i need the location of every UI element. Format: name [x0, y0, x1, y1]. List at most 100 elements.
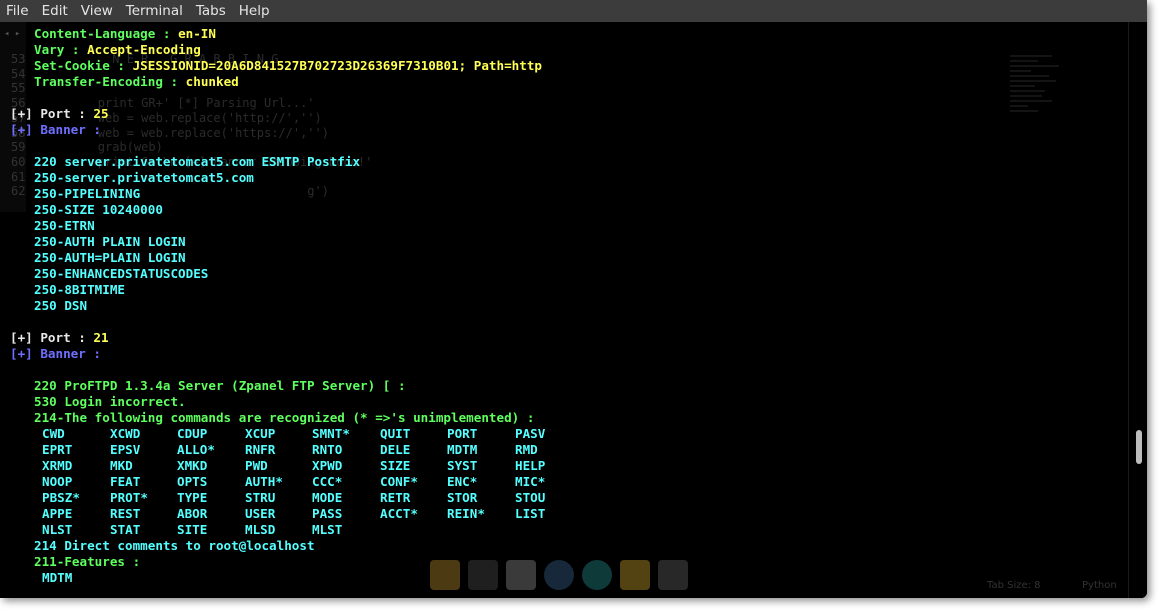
banner-label: [+] Banner : [10, 346, 101, 361]
smtp-response-line: 250-AUTH PLAIN LOGIN [34, 234, 186, 249]
ftp-footer-line: MDTM [42, 570, 73, 585]
ftp-command: MDTM [447, 442, 478, 457]
ftp-command: TYPE [177, 490, 208, 505]
header-key: Set-Cookie : [34, 58, 133, 73]
ftp-command: HELP [515, 458, 546, 473]
ftp-command: XCUP [245, 426, 276, 441]
port-label: [+] Port : [10, 106, 94, 121]
ftp-command: PWD [245, 458, 268, 473]
banner-label: [+] Banner : [10, 122, 101, 137]
port-line: [+] Port : 25 [10, 106, 109, 122]
ftp-command: STOR [447, 490, 478, 505]
header-line: Content-Language : en-IN [34, 26, 216, 42]
header-line: Vary : Accept-Encoding [34, 42, 201, 58]
ftp-command: CWD [42, 426, 65, 441]
help-app-icon [658, 560, 688, 590]
ftp-command: EPSV [110, 442, 141, 457]
smtp-response-line: 250-AUTH=PLAIN LOGIN [34, 250, 186, 265]
smtp-response-line: 250 DSN [34, 298, 88, 313]
ghost-line-number: 55 [11, 81, 26, 96]
ftp-footer-line: 214 Direct comments to root@localhost [34, 538, 315, 553]
ftp-command: APPE [42, 506, 73, 521]
smtp-response-line: 220 server.privatetomcat5.com ESMTP Post… [34, 154, 361, 169]
ftp-command: PASS [312, 506, 343, 521]
ftp-command: SYST [447, 458, 478, 473]
ftp-command: STOU [515, 490, 546, 505]
ftp-command: SITE [177, 522, 208, 537]
port-number: 25 [93, 106, 109, 121]
ftp-command: EPRT [42, 442, 73, 457]
smtp-response-line: 250-ETRN [34, 218, 95, 233]
ftp-command: QUIT [380, 426, 411, 441]
ftp-command: RETR [380, 490, 411, 505]
menu-file[interactable]: File [6, 3, 29, 19]
header-value: en-IN [178, 26, 216, 41]
port-label: [+] Port : [10, 330, 94, 345]
ghost-line-number: 61 [11, 169, 26, 184]
ftp-command: MLSD [245, 522, 276, 537]
ftp-command: RNTO [312, 442, 343, 457]
document-app-icon [506, 560, 536, 590]
ftp-response-line: 530 Login incorrect. [34, 394, 186, 409]
ftp-command: LIST [515, 506, 546, 521]
ftp-command: CCC* [312, 474, 343, 489]
smtp-response-line: 250-ENHANCEDSTATUSCODES [34, 266, 209, 281]
header-key: Vary : [34, 42, 88, 57]
terminal-app-icon [468, 560, 498, 590]
ftp-command: ENC* [447, 474, 478, 489]
ftp-command: XPWD [312, 458, 343, 473]
gutter-arrows-icon: ◂ ▸ [4, 29, 21, 39]
ftp-command: PORT [447, 426, 478, 441]
ftp-command: RMD [515, 442, 538, 457]
ftp-command: REIN* [447, 506, 485, 521]
header-line: Transfer-Encoding : chunked [34, 74, 239, 90]
smtp-response-line: 250-server.privatetomcat5.com [34, 170, 254, 185]
ftp-command: OPTS [177, 474, 208, 489]
ftp-command: PASV [515, 426, 546, 441]
ftp-command: SIZE [380, 458, 411, 473]
ghost-code-line: grab(web) [40, 140, 163, 155]
ftp-command: MIC* [515, 474, 546, 489]
ftp-command: CONF* [380, 474, 418, 489]
ghost-line-number: 60 [11, 154, 26, 169]
port-number: 21 [93, 330, 109, 345]
menu-terminal[interactable]: Terminal [126, 3, 183, 19]
ftp-command: REST [110, 506, 141, 521]
ftp-command: NOOP [42, 474, 73, 489]
ftp-command: ABOR [177, 506, 208, 521]
ghost-line-number: 54 [11, 66, 26, 81]
background-status-language: Python [1082, 580, 1117, 591]
background-dock [430, 560, 688, 590]
ftp-footer-line: 211-Features : [34, 554, 141, 569]
scrollbar-thumb[interactable] [1136, 430, 1142, 464]
header-value: JSESSIONID=20A6D841527B702723D26369F7310… [132, 58, 543, 73]
smtp-response-line: 250-8BITMIME [34, 282, 125, 297]
ftp-command: ALLO* [177, 442, 215, 457]
ftp-command: STRU [245, 490, 276, 505]
terminal-output[interactable]: ◂ ▸ 53 N E R G R A B B I N G 54 55 56 print… [0, 22, 1147, 598]
menu-tabs[interactable]: Tabs [196, 3, 226, 19]
ghost-line-number: 59 [11, 140, 26, 155]
menu-help[interactable]: Help [239, 3, 270, 19]
header-value: Accept-Encoding [87, 42, 201, 57]
ftp-command: USER [245, 506, 276, 521]
background-editor-minimap [1010, 52, 1080, 192]
ftp-command: MKD [110, 458, 133, 473]
menu-edit[interactable]: Edit [42, 3, 68, 19]
ftp-command: XMKD [177, 458, 208, 473]
background-status-tab-size: Tab Size: 8 [987, 580, 1041, 591]
ftp-command: MODE [312, 490, 343, 505]
smtp-response-line: 250-SIZE 10240000 [34, 202, 163, 217]
menu-view[interactable]: View [81, 3, 113, 19]
ftp-response-line: 220 ProFTPD 1.3.4a Server (Zpanel FTP Se… [34, 378, 406, 393]
ghost-line-number: 53 [11, 52, 26, 66]
ftp-command: MLST [312, 522, 343, 537]
header-key: Transfer-Encoding : [34, 74, 186, 89]
ghost-line-number: 62 [11, 184, 26, 199]
files-app-icon [430, 560, 460, 590]
ftp-command: PBSZ* [42, 490, 80, 505]
ftp-command: STAT [110, 522, 141, 537]
header-value: chunked [185, 74, 239, 89]
ftp-command: CDUP [177, 426, 208, 441]
header-line: Set-Cookie : JSESSIONID=20A6D841527B7027… [34, 58, 542, 74]
